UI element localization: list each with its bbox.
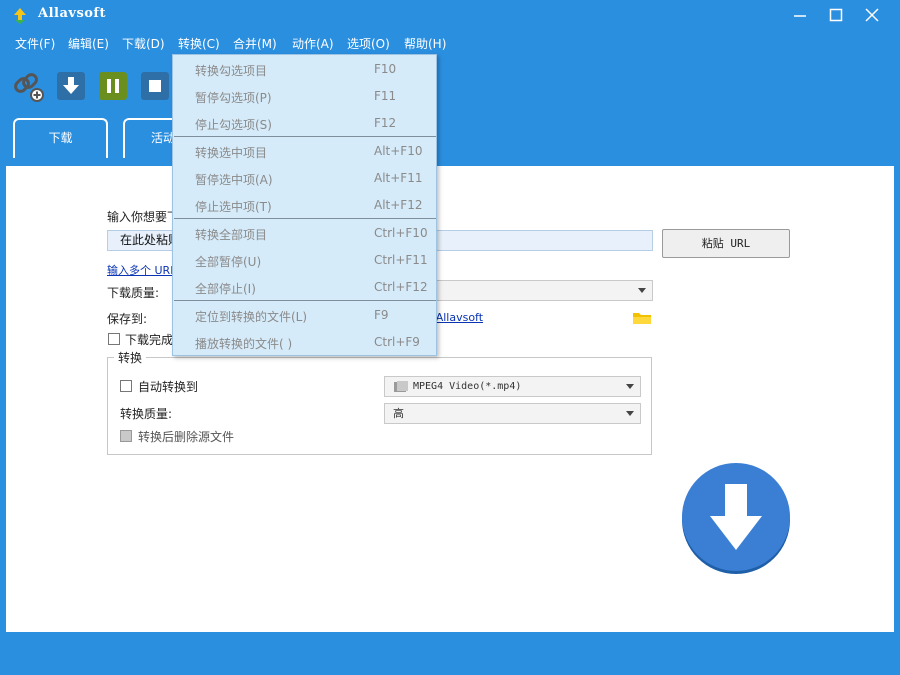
menu-item-label: 暂停勾选项(P) (195, 91, 272, 105)
chevron-down-icon (626, 384, 634, 389)
add-link-button[interactable] (14, 72, 44, 102)
pause-icon (107, 79, 119, 93)
menu-item-shortcut: F12 (374, 116, 397, 130)
menu-separator (174, 300, 436, 301)
menu-item-play-converted[interactable]: 播放转换的文件( ) Ctrl+F9 (173, 329, 436, 356)
menu-item-shortcut: Ctrl+F9 (374, 335, 420, 349)
convert-format-select[interactable]: MPEG4 Video(*.mp4) (384, 376, 641, 397)
menu-item-convert-checked[interactable]: 转换勾选项目 F10 (173, 56, 436, 83)
status-bar (0, 640, 900, 675)
menu-item-shortcut: Ctrl+F10 (374, 226, 428, 240)
menu-item-stop-checked[interactable]: 停止勾选项(S) F12 (173, 110, 436, 137)
menu-item-pause-checked[interactable]: 暂停勾选项(P) F11 (173, 83, 436, 110)
auto-convert-label: 自动转换到 (138, 380, 199, 394)
chevron-down-icon (626, 411, 634, 416)
chevron-down-icon (638, 288, 646, 293)
menu-options[interactable]: 选项(O) (347, 35, 390, 52)
minimize-button[interactable] (782, 0, 818, 30)
menu-help[interactable]: 帮助(H) (404, 35, 446, 52)
save-path-link[interactable]: \Allavsoft (432, 311, 483, 324)
app-title: Allavsoft (38, 6, 107, 21)
menu-item-shortcut: Alt+F12 (374, 198, 423, 212)
stop-icon (149, 80, 161, 92)
url-prompt-label: 输入你想要下 (107, 210, 180, 224)
menu-item-pause-all[interactable]: 全部暂停(U) Ctrl+F11 (173, 247, 436, 274)
maximize-icon (829, 8, 843, 22)
menu-item-convert-selected[interactable]: 转换选中项目 Alt+F10 (173, 138, 436, 165)
menu-item-stop-selected[interactable]: 停止选中项(T) Alt+F12 (173, 192, 436, 219)
after-download-label: 下载完成 (125, 333, 174, 347)
download-panel: 输入你想要下 在此处粘贴 粘贴 URL 输入多个 URL 下载质量: 保存到: … (6, 158, 894, 632)
panel-header-strip (6, 158, 894, 166)
menu-item-stop-all[interactable]: 全部停止(I) Ctrl+F12 (173, 274, 436, 301)
menu-item-label: 全部暂停(U) (195, 255, 262, 269)
menu-item-label: 定位到转换的文件(L) (195, 310, 308, 324)
paste-url-button[interactable]: 粘贴 URL (662, 229, 790, 258)
folder-icon[interactable] (632, 311, 652, 325)
title-bar: Allavsoft (0, 0, 900, 30)
menu-item-shortcut: F9 (374, 308, 389, 322)
auto-convert-checkbox[interactable] (120, 380, 132, 392)
after-download-checkbox[interactable] (108, 333, 120, 345)
convert-group-label: 转换 (114, 349, 147, 366)
stop-button[interactable] (141, 72, 169, 100)
tab-download[interactable]: 下载 (13, 118, 108, 158)
convert-quality-label: 转换质量: (120, 407, 173, 421)
menu-item-pause-selected[interactable]: 暂停选中项(A) Alt+F11 (173, 165, 436, 192)
convert-quality-value: 高 (393, 407, 404, 420)
maximize-button[interactable] (818, 0, 854, 30)
close-button[interactable] (854, 0, 890, 30)
menu-convert[interactable]: 转换(C) (178, 35, 220, 52)
download-quality-label: 下载质量: (107, 286, 160, 300)
menu-item-label: 转换勾选项目 (195, 64, 268, 78)
menu-item-label: 转换全部项目 (195, 228, 268, 242)
delete-source-checkbox[interactable] (120, 430, 132, 442)
menu-item-shortcut: Ctrl+F11 (374, 253, 428, 267)
download-button[interactable] (57, 72, 85, 100)
menu-item-shortcut: F11 (374, 89, 397, 103)
delete-source-label: 转换后删除源文件 (138, 430, 235, 444)
menu-separator (174, 136, 436, 137)
menu-edit[interactable]: 编辑(E) (68, 35, 109, 52)
convert-quality-select[interactable]: 高 (384, 403, 641, 424)
menu-file[interactable]: 文件(F) (15, 35, 55, 52)
start-download-button[interactable] (680, 462, 792, 574)
menu-item-locate-converted[interactable]: 定位到转换的文件(L) F9 (173, 302, 436, 329)
menu-item-label: 停止选中项(T) (195, 200, 272, 214)
menu-bar: 文件(F) 编辑(E) 下载(D) 转换(C) 合并(M) 动作(A) 选项(O… (0, 32, 900, 54)
menu-item-shortcut: Alt+F10 (374, 144, 423, 158)
pause-button[interactable] (99, 72, 127, 100)
save-to-label: 保存到: (107, 312, 148, 326)
menu-merge[interactable]: 合并(M) (233, 35, 277, 52)
menu-action[interactable]: 动作(A) (292, 35, 334, 52)
menu-download[interactable]: 下载(D) (122, 35, 165, 52)
menu-item-label: 全部停止(I) (195, 282, 256, 296)
menu-separator (174, 218, 436, 219)
convert-group: 转换 自动转换到 MPEG4 Video(*.mp4) 转换质量: 高 转换后删… (107, 349, 652, 455)
menu-item-label: 停止勾选项(S) (195, 118, 272, 132)
multi-url-link[interactable]: 输入多个 URL (107, 262, 176, 278)
menu-item-shortcut: Ctrl+F12 (374, 280, 428, 294)
download-icon (63, 77, 79, 94)
menu-item-label: 暂停选中项(A) (195, 173, 273, 187)
menu-item-shortcut: Alt+F11 (374, 171, 423, 185)
convert-menu-dropdown: 转换勾选项目 F10 暂停勾选项(P) F11 停止勾选项(S) F12 转换选… (172, 54, 437, 356)
menu-item-label: 播放转换的文件( ) (195, 337, 293, 351)
convert-format-value: MPEG4 Video(*.mp4) (413, 381, 522, 392)
minimize-icon (794, 15, 806, 17)
toolbar (0, 64, 900, 108)
video-file-icon (394, 381, 408, 392)
app-window: Allavsoft 文件(F) 编辑(E) 下载(D) 转换(C) 合并(M) … (0, 0, 900, 675)
add-link-icon (14, 73, 44, 102)
menu-item-label: 转换选中项目 (195, 146, 268, 160)
close-icon (865, 8, 879, 22)
menu-item-convert-all[interactable]: 转换全部项目 Ctrl+F10 (173, 220, 436, 247)
app-logo-icon (14, 8, 26, 24)
menu-item-shortcut: F10 (374, 62, 397, 76)
